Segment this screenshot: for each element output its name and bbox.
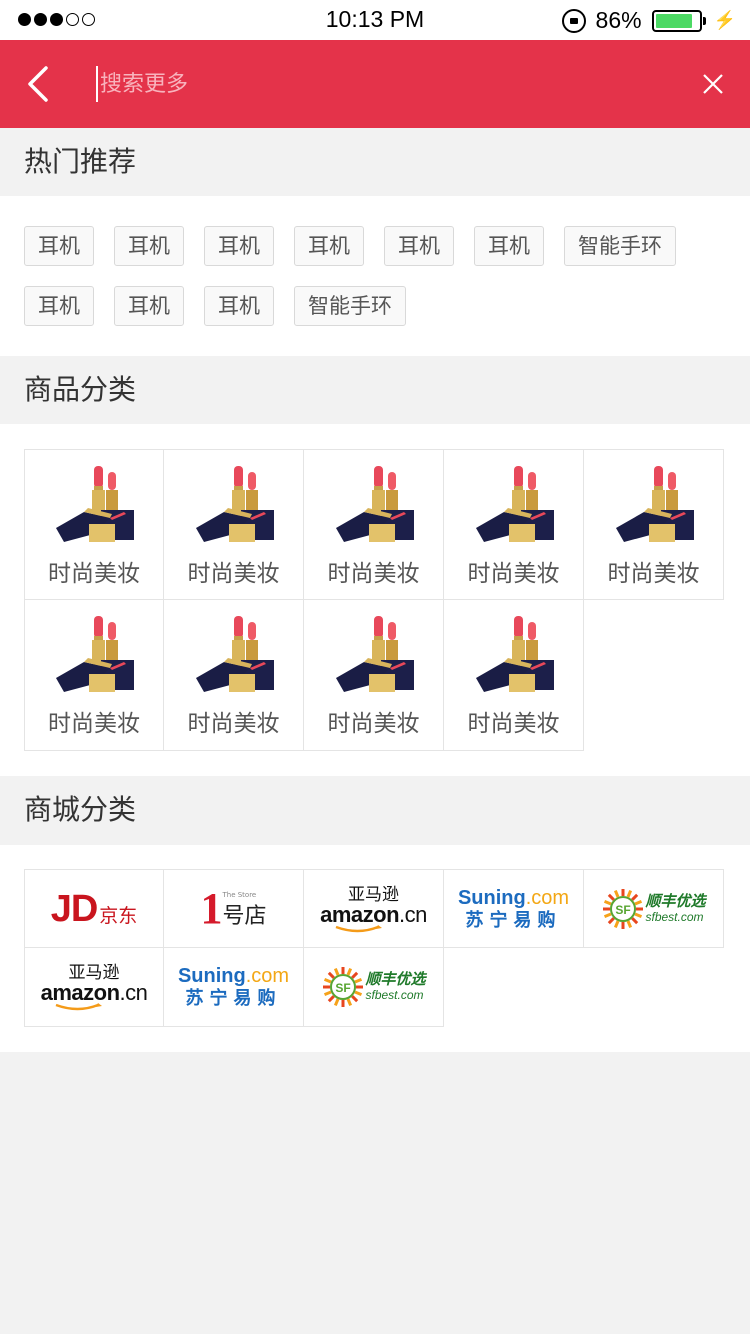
lipstick-icon: [195, 466, 274, 542]
lipstick-icon: [335, 466, 414, 542]
category-label: 时尚美妆: [187, 711, 280, 737]
hot-tag[interactable]: 耳机: [474, 226, 544, 266]
category-label: 时尚美妆: [607, 561, 700, 587]
search-input[interactable]: [96, 66, 656, 102]
hot-tag[interactable]: 耳机: [294, 226, 364, 266]
charging-icon: ⚡: [713, 10, 736, 30]
hot-tag[interactable]: 耳机: [114, 226, 184, 266]
sfbest-logo: SF 顺丰优选 sfbest.com: [321, 965, 426, 1009]
svg-text:SF: SF: [616, 903, 631, 917]
category-panel: 时尚美妆 时尚美妆 时尚美妆 时尚美妆 时尚美妆 时尚美妆 时尚美妆 时尚美妆 …: [0, 424, 750, 776]
search-header: [0, 40, 750, 128]
category-item[interactable]: 时尚美妆: [164, 600, 304, 751]
mall-item-yhd[interactable]: 1 号店 The Store: [164, 869, 304, 948]
mall-item-sfbest[interactable]: SF 顺丰优选 sfbest.com: [304, 948, 444, 1027]
category-item[interactable]: 时尚美妆: [164, 449, 304, 600]
mall-panel: JD 京东 1 号店 The Store 亚马逊 amazon.cn Sunin…: [0, 845, 750, 1052]
jd-logo: JD 京东: [50, 887, 138, 930]
hot-tag[interactable]: 智能手环: [564, 226, 676, 266]
mall-item-suning[interactable]: Suning.com 苏宁易购: [164, 948, 304, 1027]
category-item[interactable]: 时尚美妆: [444, 449, 584, 600]
lipstick-icon: [195, 616, 274, 692]
amazon-smile-icon: [55, 1003, 102, 1011]
hot-tags-panel: 耳机 耳机 耳机 耳机 耳机 耳机 智能手环 耳机 耳机 耳机 智能手环: [0, 196, 750, 356]
suning-logo: Suning.com 苏宁易购: [457, 886, 570, 930]
mall-section-title: 商城分类: [0, 776, 750, 844]
category-label: 时尚美妆: [187, 561, 280, 587]
mall-item-jd[interactable]: JD 京东: [24, 869, 164, 948]
lipstick-icon: [475, 616, 554, 692]
category-label: 时尚美妆: [467, 711, 560, 737]
amazon-logo: 亚马逊 amazon.cn: [320, 885, 427, 933]
category-item[interactable]: 时尚美妆: [24, 600, 164, 751]
hot-tag[interactable]: 耳机: [24, 226, 94, 266]
category-item[interactable]: 时尚美妆: [304, 449, 444, 600]
hot-tag[interactable]: 耳机: [114, 286, 184, 326]
category-section-title: 商品分类: [0, 356, 750, 424]
hot-tag[interactable]: 耳机: [24, 286, 94, 326]
amazon-smile-icon: [335, 924, 382, 932]
sun-icon: SF: [603, 888, 644, 929]
rotation-lock-icon: [561, 8, 586, 33]
category-label: 时尚美妆: [48, 561, 140, 587]
mall-item-sfbest[interactable]: SF 顺丰优选 sfbest.com: [584, 869, 724, 948]
svg-text:SF: SF: [336, 981, 351, 995]
amazon-logo: 亚马逊 amazon.cn: [41, 963, 148, 1011]
hot-tag[interactable]: 智能手环: [294, 286, 406, 326]
mall-item-amazon[interactable]: 亚马逊 amazon.cn: [304, 869, 444, 948]
hot-tag[interactable]: 耳机: [204, 226, 274, 266]
hot-tag[interactable]: 耳机: [204, 286, 274, 326]
suning-logo: Suning.com 苏宁易购: [177, 965, 290, 1008]
lipstick-icon: [56, 616, 134, 692]
hot-section-title: 热门推荐: [0, 128, 750, 196]
mall-item-suning[interactable]: Suning.com 苏宁易购: [444, 869, 584, 948]
lipstick-icon: [615, 466, 694, 542]
lipstick-icon: [56, 466, 134, 542]
category-label: 时尚美妆: [327, 561, 420, 587]
category-label: 时尚美妆: [48, 711, 140, 737]
sfbest-logo: SF 顺丰优选 sfbest.com: [601, 887, 706, 931]
lipstick-icon: [335, 616, 414, 692]
sun-icon: SF: [323, 967, 364, 1007]
chevron-left-icon[interactable]: [22, 64, 62, 104]
category-item[interactable]: 时尚美妆: [24, 449, 164, 600]
category-item[interactable]: 时尚美妆: [304, 600, 444, 751]
yhd-logo: 1 号店 The Store: [200, 883, 267, 933]
status-bar: 10:13 PM 86% ⚡: [0, 0, 750, 40]
category-item[interactable]: 时尚美妆: [584, 449, 724, 600]
hot-tag[interactable]: 耳机: [384, 226, 454, 266]
category-label: 时尚美妆: [327, 711, 420, 737]
lipstick-icon: [475, 466, 554, 542]
mall-item-amazon[interactable]: 亚马逊 amazon.cn: [24, 948, 164, 1027]
category-label: 时尚美妆: [467, 561, 560, 587]
category-item[interactable]: 时尚美妆: [444, 600, 584, 751]
battery-icon: [651, 9, 706, 32]
close-icon[interactable]: [702, 73, 724, 95]
battery-percent: 86%: [595, 7, 642, 33]
